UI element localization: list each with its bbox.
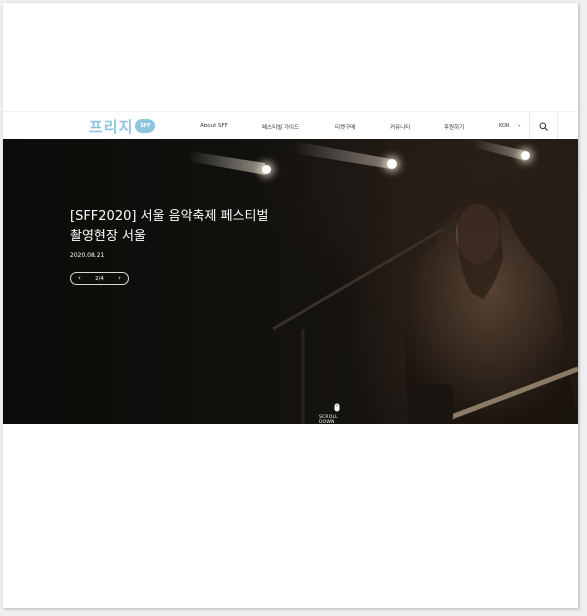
language-label: KOR: [499, 123, 510, 129]
stage-light-1: [262, 165, 271, 174]
top-blank-area: [3, 3, 578, 111]
hero-slider: [SFF2020] 서울 음악축제 페스티벌 촬영현장 서울 2020.08.2…: [3, 139, 578, 424]
slide-pager: ‹ 2/4 ›: [70, 272, 129, 285]
search-icon: [539, 121, 548, 131]
chevron-left-icon[interactable]: ‹: [78, 275, 81, 282]
language-selector[interactable]: KOR ▾: [499, 123, 520, 129]
stage-light-3: [521, 151, 530, 160]
hero-title: [SFF2020] 서울 음악축제 페스티벌 촬영현장 서울: [70, 207, 330, 247]
slide-counter: 2/4: [95, 276, 104, 282]
scroll-down-label: SCROLL DOWN: [319, 415, 338, 424]
mouse-icon: [334, 403, 340, 412]
hero-title-line-1: [SFF2020] 서울 음악축제 페스티벌: [70, 209, 269, 224]
nav-item-tickets[interactable]: 티켓구매: [335, 123, 355, 131]
search-button[interactable]: [529, 112, 558, 140]
nav-item-donate[interactable]: 후원하기: [444, 123, 464, 131]
slide-total: 4: [100, 275, 104, 282]
nav-item-festival-guide[interactable]: 페스티벌 가이드: [262, 123, 299, 131]
logo-text: 프리지: [89, 117, 134, 136]
browser-page: 프리지 SFF About SFF 페스티벌 가이드 티켓구매 커뮤니티 후원하…: [3, 3, 578, 608]
chevron-down-icon: ▾: [518, 123, 521, 128]
nav-item-community[interactable]: 커뮤니티: [390, 123, 410, 131]
hero-date: 2020.08.21: [70, 252, 105, 259]
site-logo[interactable]: 프리지 SFF: [89, 117, 156, 136]
scroll-down-indicator[interactable]: SCROLL DOWN: [319, 403, 355, 424]
stage-light-2: [387, 159, 397, 169]
hero-title-line-2: 촬영현장 서울: [70, 229, 146, 244]
main-navigation: 프리지 SFF About SFF 페스티벌 가이드 티켓구매 커뮤니티 후원하…: [3, 111, 578, 140]
chevron-right-icon[interactable]: ›: [118, 275, 121, 282]
logo-badge: SFF: [135, 119, 156, 133]
nav-item-about[interactable]: About SFF: [200, 123, 228, 129]
